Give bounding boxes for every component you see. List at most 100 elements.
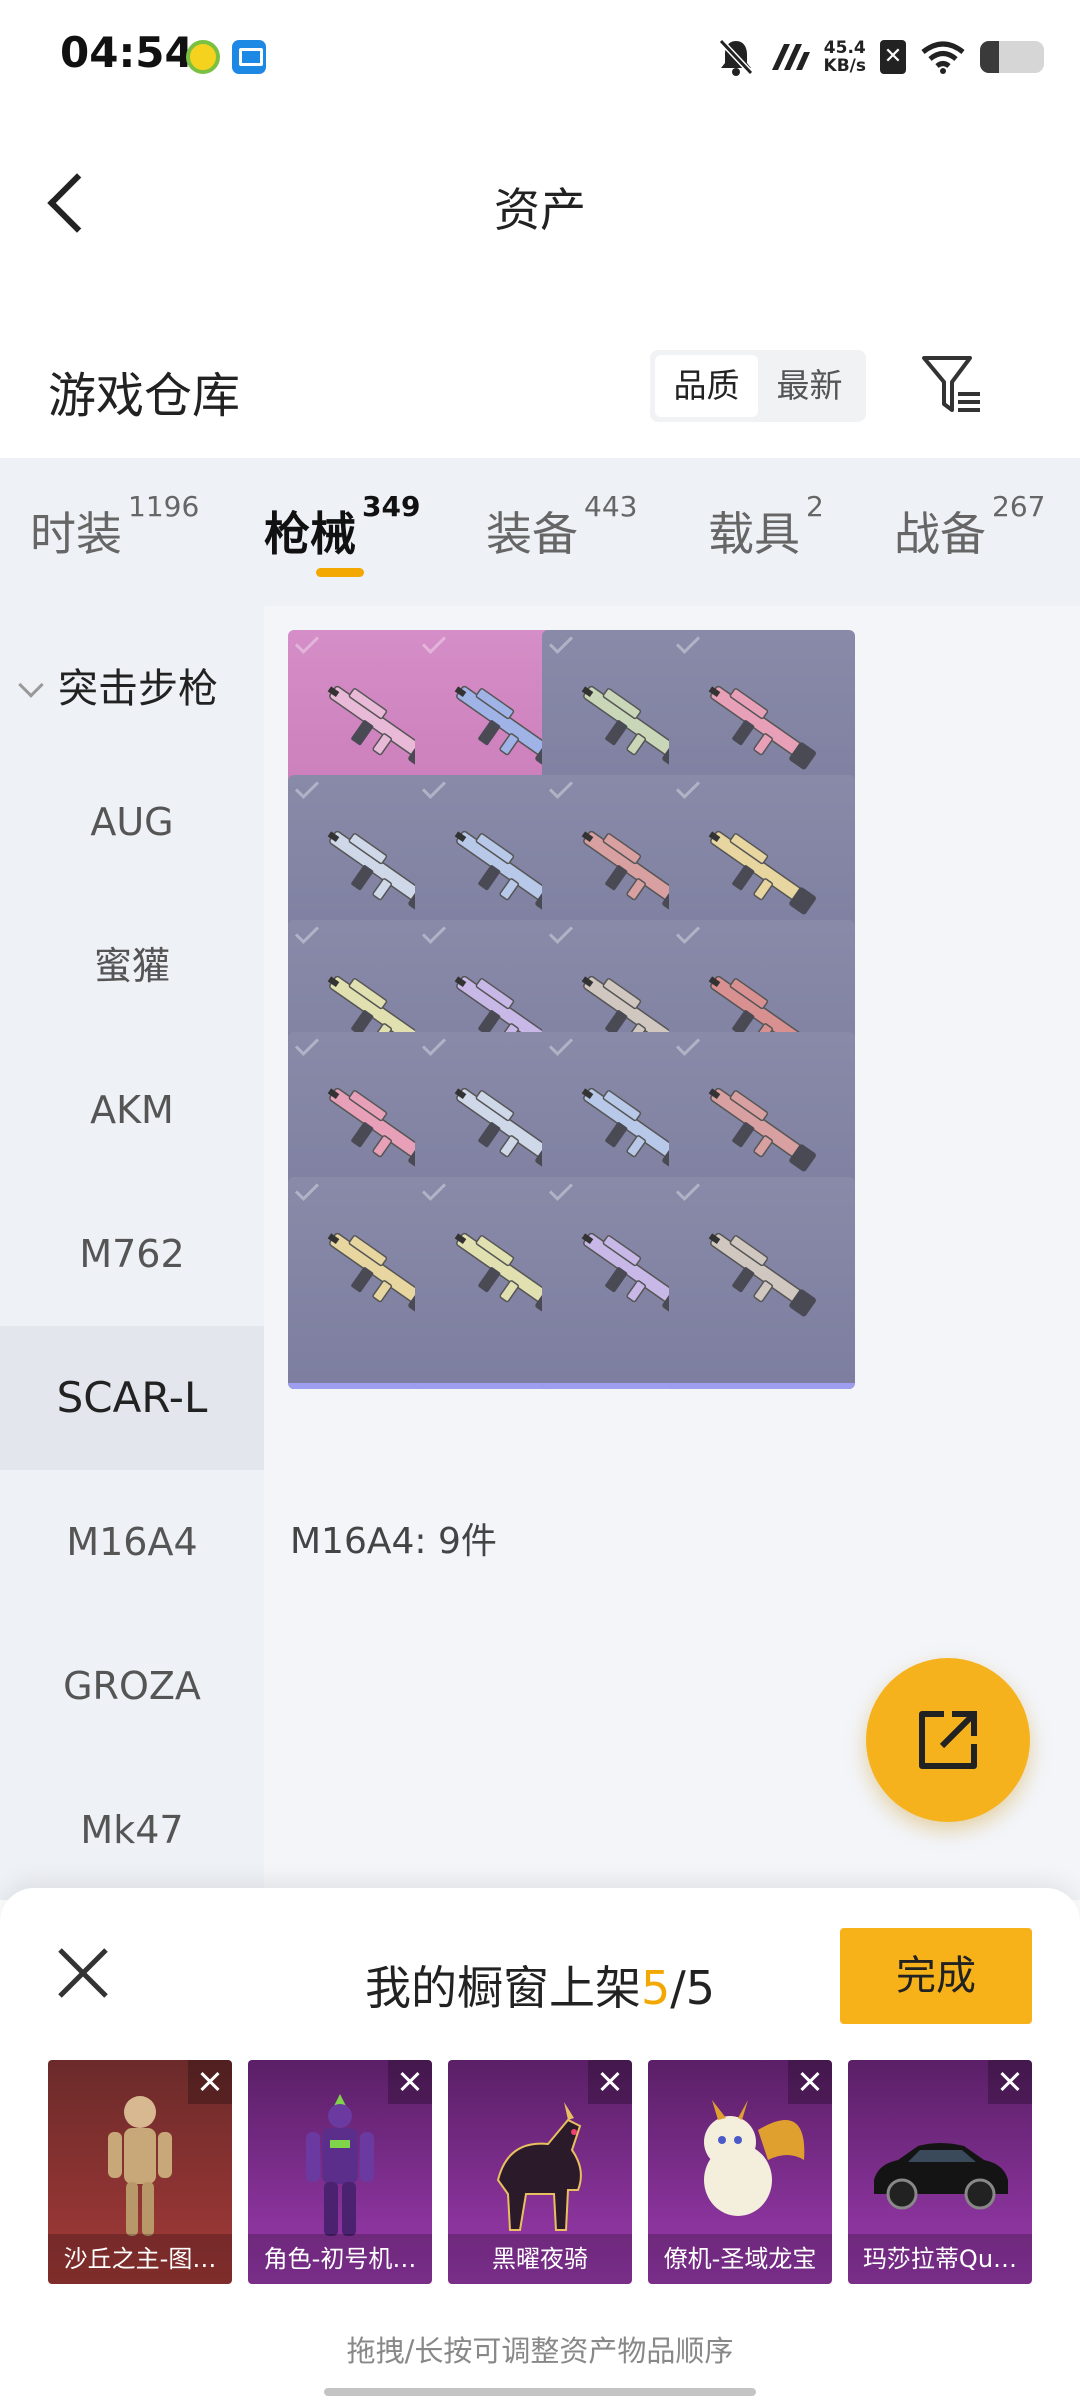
mount-horse-image	[496, 2102, 582, 2231]
showcase-item[interactable]: 沙丘之主-图…	[48, 2060, 232, 2284]
signal-icon	[771, 44, 810, 70]
gun-image	[708, 1087, 816, 1172]
showcase-total-count: 5	[685, 1961, 716, 2015]
remove-item-icon[interactable]	[388, 2060, 432, 2104]
showcase-item-label: 僚机-圣域龙宝	[648, 2234, 832, 2284]
check-icon	[294, 1177, 320, 1202]
tab-fashion[interactable]: 时装1196	[30, 490, 199, 564]
showcase-title-prefix: 我的橱窗上架	[364, 1961, 641, 2015]
sidebar-item-akm[interactable]: AKM	[0, 1038, 264, 1182]
status-time: 04:54	[60, 28, 194, 77]
sidebar-item-m16a4[interactable]: M16A4	[0, 1470, 264, 1614]
speed-unit: KB/s	[823, 56, 866, 76]
check-icon	[421, 775, 447, 800]
gun-image	[708, 1232, 816, 1317]
filter-icon[interactable]	[920, 352, 986, 418]
home-indicator[interactable]	[324, 2388, 756, 2396]
sidebar-item-honey-badger[interactable]: 蜜獾	[0, 894, 264, 1038]
share-button[interactable]	[866, 1658, 1030, 1822]
tab-vehicles[interactable]: 载具2	[708, 490, 824, 564]
wifi-icon	[921, 41, 965, 74]
rarity-bar	[669, 1383, 855, 1389]
tab-count: 2	[806, 490, 824, 523]
tab-label: 战备	[894, 507, 986, 561]
check-icon	[294, 920, 320, 945]
showcase-item-label: 角色-初号机…	[248, 2234, 432, 2284]
check-icon	[675, 630, 701, 655]
remove-item-icon[interactable]	[788, 2060, 832, 2104]
gun-image	[708, 830, 816, 915]
remove-item-icon[interactable]	[588, 2060, 632, 2104]
sort-quality-button[interactable]: 品质	[655, 355, 758, 417]
tab-readiness[interactable]: 战备267	[894, 490, 1045, 564]
check-icon	[675, 1177, 701, 1202]
character-mummy-image	[108, 2096, 172, 2236]
sort-toggle: 品质 最新	[650, 350, 866, 422]
chevron-down-icon	[18, 672, 44, 698]
status-icons: 45.4 KB/s ✕	[718, 34, 1044, 80]
sidebar-category-assault-rifle[interactable]: 突击步枪	[18, 656, 218, 714]
network-speed: 45.4 KB/s	[824, 39, 866, 75]
speed-value: 45.4	[823, 38, 866, 58]
tab-count: 349	[362, 490, 421, 523]
showcase-item[interactable]: 僚机-圣域龙宝	[648, 2060, 832, 2284]
showcase-sheet: 我的橱窗上架5/5 完成 沙丘之主-图… 角色-初号机… 黑曜夜骑 僚机-圣域龙宝 玛莎…	[0, 1888, 1080, 2400]
check-icon	[675, 1032, 701, 1057]
check-icon	[421, 1032, 447, 1057]
check-icon	[675, 775, 701, 800]
warehouse-title: 游戏仓库	[48, 368, 241, 424]
battery-icon	[980, 41, 1044, 73]
tab-weapons[interactable]: 枪械349	[264, 490, 420, 564]
showcase-item-label: 沙丘之主-图…	[48, 2234, 232, 2284]
section-title-m16a4: M16A4: 9件	[290, 1521, 497, 1562]
showcase-separator: /	[670, 1961, 686, 2015]
header: 资产	[0, 110, 1080, 290]
check-icon	[548, 775, 574, 800]
sidebar-item-mk47[interactable]: Mk47	[0, 1758, 264, 1900]
showcase-item-label: 黑曜夜骑	[448, 2234, 632, 2284]
showcase-item[interactable]: 玛莎拉蒂Qu…	[848, 2060, 1032, 2284]
sidebar-category-label: 突击步枪	[58, 666, 218, 712]
showcase-item-label: 玛莎拉蒂Qu…	[848, 2234, 1032, 2284]
wingman-dragon-image	[704, 2100, 805, 2216]
active-tab-indicator	[316, 568, 364, 577]
check-icon	[294, 775, 320, 800]
share-icon	[919, 1711, 977, 1769]
check-icon	[294, 630, 320, 655]
check-icon	[548, 1032, 574, 1057]
weapon-sidebar: 突击步枪 AUG 蜜獾 AKM M762 SCAR-L M16A4 GROZA …	[0, 606, 264, 1900]
sidebar-item-aug[interactable]: AUG	[0, 750, 264, 894]
check-icon	[675, 920, 701, 945]
check-icon	[548, 920, 574, 945]
sidebar-item-m762[interactable]: M762	[0, 1182, 264, 1326]
tab-label: 枪械	[264, 507, 356, 561]
app-icon-blue	[232, 40, 266, 74]
mute-bell-icon	[718, 38, 753, 76]
tab-label: 载具	[708, 507, 800, 561]
tab-label: 装备	[486, 507, 578, 561]
sidebar-item-groza[interactable]: GROZA	[0, 1614, 264, 1758]
remove-item-icon[interactable]	[188, 2060, 232, 2104]
status-bar: 04:54 45.4 KB/s ✕	[0, 0, 1080, 110]
screen: 04:54 45.4 KB/s ✕ 资产 游戏仓库 品质 最新 时装1196 枪…	[0, 0, 1080, 2400]
sort-newest-button[interactable]: 最新	[758, 355, 861, 417]
sidebar-item-scar-l[interactable]: SCAR-L	[0, 1326, 264, 1470]
tab-equipment[interactable]: 装备443	[486, 490, 637, 564]
tab-label: 时装	[30, 507, 122, 561]
done-button[interactable]: 完成	[840, 1928, 1032, 2024]
vehicle-maserati-image	[874, 2143, 1008, 2210]
showcase-item[interactable]: 角色-初号机…	[248, 2060, 432, 2284]
check-icon	[421, 1177, 447, 1202]
showcase-item[interactable]: 黑曜夜骑	[448, 2060, 632, 2284]
page-title: 资产	[494, 183, 586, 237]
showcase-current-count: 5	[640, 1961, 671, 2015]
check-icon	[548, 1177, 574, 1202]
remove-item-icon[interactable]	[988, 2060, 1032, 2104]
check-icon	[421, 630, 447, 655]
reorder-hint: 拖拽/长按可调整资产物品顺序	[346, 2334, 734, 2368]
tab-count: 267	[992, 490, 1046, 523]
check-icon	[421, 920, 447, 945]
tab-count: 443	[584, 490, 638, 523]
weapon-card[interactable]	[669, 1177, 855, 1389]
category-tabs: 时装1196 枪械349 装备443 载具2 战备267	[0, 458, 1080, 606]
